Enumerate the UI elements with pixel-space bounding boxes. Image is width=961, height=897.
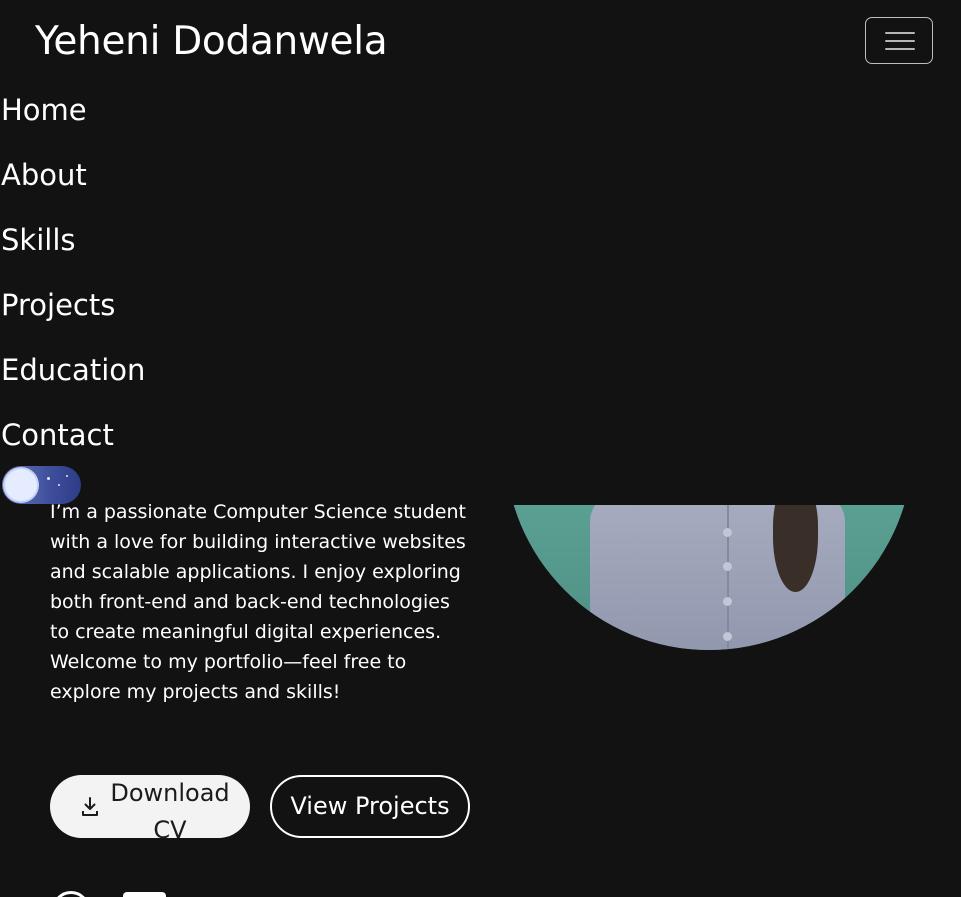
nav-item-home[interactable]: Home — [1, 87, 145, 152]
photo-button — [723, 562, 732, 571]
hamburger-icon — [885, 32, 915, 34]
brand-name[interactable]: Yeheni Dodanwela — [35, 16, 388, 68]
download-icon — [82, 797, 98, 816]
star-icon — [66, 475, 68, 477]
view-projects-button[interactable]: View Projects — [270, 775, 470, 838]
main-nav: Home About Skills Projects Education Con… — [1, 87, 145, 477]
star-icon — [58, 484, 60, 486]
photo-button — [723, 632, 732, 641]
nav-item-about[interactable]: About — [1, 152, 145, 217]
portfolio-page: Yeheni Dodanwela Home About Skills Proje… — [0, 0, 961, 897]
hamburger-icon-bar — [885, 40, 915, 42]
photo-placket — [727, 505, 729, 650]
download-cv-label: Download CV — [110, 779, 230, 844]
download-cv-button[interactable]: Download CV — [50, 775, 250, 844]
github-icon[interactable] — [52, 891, 90, 897]
hamburger-icon-bar — [885, 48, 915, 50]
nav-item-projects[interactable]: Projects — [1, 282, 145, 347]
photo-button — [723, 597, 732, 606]
star-icon — [47, 477, 50, 480]
nav-item-education[interactable]: Education — [1, 347, 145, 412]
profile-photo — [505, 505, 915, 650]
profile-photo-circle — [505, 505, 913, 650]
nav-item-skills[interactable]: Skills — [1, 217, 145, 282]
moon-stars-icon — [5, 469, 37, 501]
linkedin-icon[interactable] — [123, 892, 166, 897]
menu-toggle-button[interactable] — [865, 17, 933, 64]
photo-button — [723, 528, 732, 537]
hero-bio: I’m a passionate Computer Science studen… — [50, 501, 466, 703]
